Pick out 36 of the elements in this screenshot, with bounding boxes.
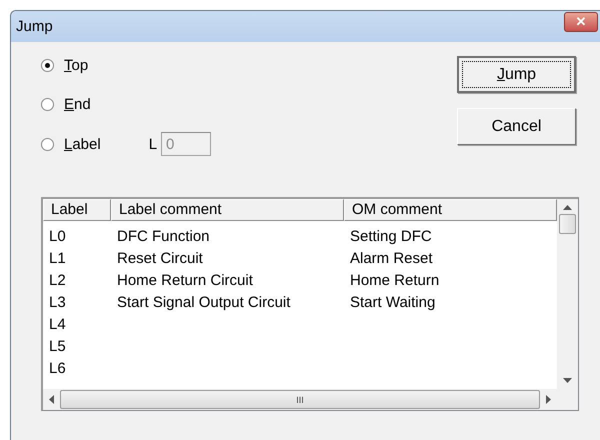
scroll-thumb[interactable] bbox=[559, 214, 576, 234]
column-header[interactable]: Label bbox=[43, 199, 111, 221]
vertical-scrollbar[interactable] bbox=[557, 199, 578, 389]
table-cell-text: Reset Circuit bbox=[116, 250, 204, 266]
horizontal-scrollbar[interactable]: III bbox=[43, 389, 557, 410]
radio-button[interactable] bbox=[41, 138, 54, 150]
column-header[interactable]: OM comment bbox=[344, 199, 557, 221]
table-cell-text: Setting DFC bbox=[349, 228, 433, 244]
radio-label[interactable]: Top bbox=[64, 56, 88, 74]
table-cell-text: L0 bbox=[48, 228, 67, 244]
radio-button[interactable] bbox=[41, 58, 54, 72]
column-header[interactable]: Label comment bbox=[111, 199, 344, 221]
scroll-left-icon[interactable] bbox=[49, 395, 54, 404]
scroll-right-icon[interactable] bbox=[546, 395, 551, 404]
radio-label[interactable]: Label bbox=[64, 136, 101, 152]
scroll-thumb[interactable]: III bbox=[60, 390, 540, 409]
scroll-up-icon[interactable] bbox=[563, 205, 572, 210]
table-cell-text: Home Return bbox=[349, 272, 440, 288]
field-label: L bbox=[148, 136, 158, 152]
table-cell-text: L2 bbox=[48, 272, 67, 288]
jump-button[interactable]: Jump bbox=[457, 56, 576, 93]
table-cell-text: Start Waiting bbox=[349, 294, 436, 310]
table-cell-text: L4 bbox=[48, 316, 67, 332]
table-cell-text: Home Return Circuit bbox=[116, 272, 254, 288]
window-title: Jump bbox=[16, 18, 53, 35]
radio-label[interactable]: End bbox=[64, 96, 91, 112]
table-cell-text: L1 bbox=[48, 250, 67, 266]
table-cell-text: Alarm Reset bbox=[349, 250, 434, 266]
table-cell-text: L6 bbox=[48, 360, 67, 376]
radio-button[interactable] bbox=[41, 98, 54, 110]
table-cell-text: DFC Function bbox=[116, 228, 211, 244]
cancel-button[interactable]: Cancel bbox=[457, 108, 576, 145]
table-cell-text: Start Signal Output Circuit bbox=[116, 294, 292, 310]
table-cell-text: L3 bbox=[48, 294, 67, 310]
table-cell-text: L5 bbox=[48, 338, 67, 354]
scroll-down-icon[interactable] bbox=[563, 378, 572, 383]
